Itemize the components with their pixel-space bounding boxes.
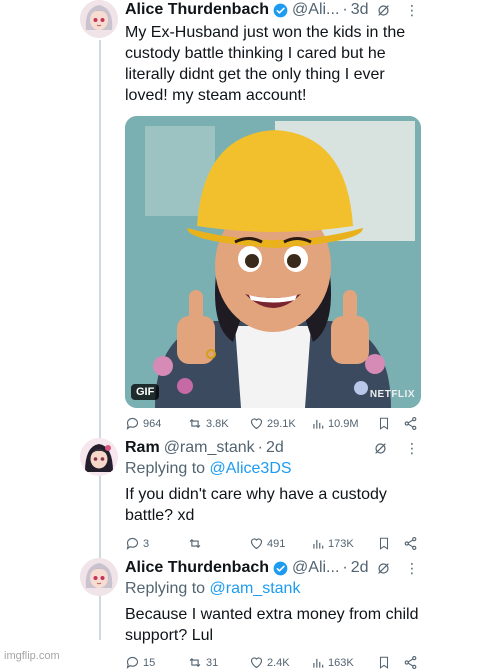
- separator: ·: [342, 559, 348, 576]
- share-button[interactable]: [403, 416, 418, 431]
- timestamp[interactable]: 2d: [266, 438, 284, 458]
- like-count: 2.4K: [267, 656, 290, 669]
- display-name[interactable]: Ram: [125, 438, 160, 458]
- tweet-header: Alice Thurdenbach @Ali... · 2d ⋮: [125, 558, 420, 578]
- bookmark-button[interactable]: [377, 655, 403, 670]
- grok-icon[interactable]: [377, 562, 390, 575]
- timestamp[interactable]: 3d: [351, 0, 369, 20]
- reply-count: 964: [143, 417, 162, 430]
- action-bar: 964 3.8K 29.1K 10.9M: [125, 416, 420, 431]
- like-count: 29.1K: [267, 417, 296, 430]
- repost-icon: [189, 657, 201, 668]
- handle[interactable]: @Ali...: [292, 0, 339, 20]
- like-button[interactable]: 29.1K: [249, 416, 311, 431]
- heart-icon: [250, 538, 263, 550]
- display-name[interactable]: Alice Thurdenbach: [125, 0, 269, 20]
- repost-icon: [189, 418, 201, 429]
- repost-count: 3.8K: [206, 417, 229, 430]
- replying-label: Replying to: [125, 580, 206, 597]
- views-icon: [313, 539, 324, 549]
- replying-to: Replying to @Alice3DS: [125, 459, 420, 479]
- reply-button[interactable]: 3: [125, 536, 187, 551]
- gif-badge: GIF: [131, 384, 160, 400]
- views-button[interactable]: 173K: [311, 537, 377, 551]
- reply-icon: [126, 537, 139, 550]
- handle[interactable]: @ram_stank: [164, 438, 255, 458]
- views-count: 163K: [328, 656, 354, 669]
- display-name[interactable]: Alice Thurdenbach: [125, 558, 269, 578]
- views-icon: [313, 658, 324, 668]
- reply-count: 3: [143, 537, 150, 550]
- repost-button[interactable]: 3.8K: [187, 416, 249, 431]
- bookmark-button[interactable]: [377, 416, 403, 431]
- verified-badge-icon: [273, 561, 288, 576]
- views-button[interactable]: 163K: [311, 656, 377, 670]
- bookmark-icon: [379, 656, 389, 669]
- repost-count: 31: [206, 656, 219, 669]
- avatar[interactable]: [80, 438, 118, 476]
- share-icon: [404, 537, 417, 550]
- tweet-text: Because I wanted extra money from child …: [125, 606, 419, 644]
- bookmark-icon: [379, 537, 389, 550]
- bookmark-button[interactable]: [377, 536, 403, 551]
- more-options-icon[interactable]: ⋮: [405, 558, 420, 578]
- bookmark-icon: [379, 417, 389, 430]
- action-bar: 15 31 2.4K 163K: [125, 655, 420, 670]
- imgflip-watermark: imgflip.com: [4, 650, 60, 662]
- reply-button[interactable]: 964: [125, 416, 187, 431]
- like-button[interactable]: 491: [249, 536, 311, 551]
- gif-illustration: [125, 116, 421, 408]
- share-button[interactable]: [403, 536, 418, 551]
- share-button[interactable]: [403, 655, 418, 670]
- tweet-header: Ram @ram_stank · 2d ⋮: [125, 438, 420, 458]
- views-count: 173K: [328, 537, 354, 550]
- avatar[interactable]: [80, 558, 118, 596]
- reply-count: 15: [143, 656, 156, 669]
- mention-link[interactable]: @ram_stank: [210, 580, 301, 597]
- replying-to: Replying to @ram_stank: [125, 579, 420, 599]
- separator: ·: [342, 1, 348, 18]
- views-count: 10.9M: [328, 417, 359, 430]
- tweet-text: My Ex-Husband just won the kids in the c…: [125, 24, 406, 104]
- heart-icon: [250, 418, 263, 430]
- views-icon: [313, 419, 324, 429]
- heart-icon: [250, 657, 263, 669]
- separator: ·: [257, 439, 263, 456]
- repost-button[interactable]: 31: [187, 655, 249, 670]
- more-options-icon[interactable]: ⋮: [405, 0, 420, 20]
- tweet-gif[interactable]: GIF NETFLIX: [125, 116, 421, 408]
- like-button[interactable]: 2.4K: [249, 655, 311, 670]
- share-icon: [404, 656, 417, 669]
- thread-line: [99, 40, 101, 640]
- action-bar: 3 491 173K: [125, 536, 420, 551]
- timestamp[interactable]: 2d: [351, 558, 369, 578]
- tweet-text: If you didn't care why have a custody ba…: [125, 486, 387, 524]
- handle[interactable]: @Ali...: [292, 558, 339, 578]
- media-watermark: NETFLIX: [369, 389, 415, 400]
- tweet-header: Alice Thurdenbach @Ali... · 3d ⋮: [125, 0, 420, 20]
- more-options-icon[interactable]: ⋮: [405, 438, 420, 458]
- avatar[interactable]: [80, 0, 118, 38]
- share-icon: [404, 417, 417, 430]
- reply-button[interactable]: 15: [125, 655, 187, 670]
- grok-icon[interactable]: [374, 442, 387, 455]
- repost-button[interactable]: [187, 536, 249, 551]
- verified-badge-icon: [273, 3, 288, 18]
- repost-icon: [189, 538, 201, 549]
- like-count: 491: [267, 537, 286, 550]
- views-button[interactable]: 10.9M: [311, 417, 377, 431]
- reply-icon: [126, 656, 139, 669]
- replying-label: Replying to: [125, 460, 206, 477]
- reply-icon: [126, 417, 139, 430]
- grok-icon[interactable]: [377, 4, 390, 17]
- mention-link[interactable]: @Alice3DS: [210, 460, 292, 477]
